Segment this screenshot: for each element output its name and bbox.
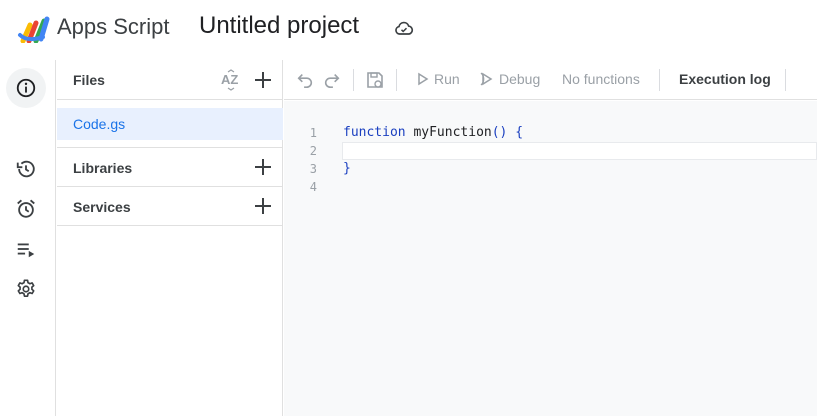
file-name: Code.gs: [73, 116, 126, 132]
debug-label: Debug: [499, 71, 541, 87]
add-file-button[interactable]: [251, 68, 275, 92]
save-icon: [367, 72, 383, 88]
cloud-saved-icon: [395, 21, 414, 35]
line-number: 3: [309, 162, 317, 176]
libraries-row: Libraries: [57, 148, 283, 187]
project-settings-button[interactable]: [6, 269, 46, 309]
project-history-button[interactable]: [6, 149, 46, 189]
code-line: 4: [284, 179, 817, 197]
history-icon: [16, 160, 35, 178]
add-library-button[interactable]: [251, 155, 275, 179]
libraries-label: Libraries: [73, 160, 133, 176]
plus-icon: [255, 72, 271, 88]
debug-button[interactable]: Debug: [479, 71, 540, 87]
toolbar-divider: [353, 69, 354, 91]
file-item-code-gs[interactable]: Code.gs: [57, 108, 283, 140]
undo-button[interactable]: [294, 69, 316, 91]
run-label: Run: [434, 71, 460, 87]
redo-button[interactable]: [321, 69, 343, 91]
code-line: 2: [284, 143, 817, 161]
undo-icon: [297, 74, 313, 89]
files-panel: Files AZ Code.gs Libraries Services: [57, 60, 283, 416]
function-select-value: No functions: [562, 71, 640, 87]
code-editor[interactable]: 1 function myFunction() { 2 3 } 4: [284, 101, 817, 416]
save-button[interactable]: [364, 69, 386, 91]
function-select[interactable]: No functions: [562, 71, 640, 87]
run-button[interactable]: Run: [416, 71, 460, 87]
files-label: Files: [73, 72, 105, 88]
executions-icon: [17, 243, 35, 258]
app-header: Apps Script Untitled project: [0, 0, 817, 60]
services-label: Services: [73, 199, 131, 215]
add-service-button[interactable]: [251, 194, 275, 218]
line-number: 1: [309, 126, 317, 140]
gear-icon: [17, 279, 35, 297]
plus-icon: [255, 159, 271, 175]
svg-text:AZ: AZ: [221, 72, 238, 87]
code-text: function myFunction() {: [343, 125, 524, 140]
play-icon: [418, 72, 429, 86]
plus-icon: [255, 198, 271, 214]
apps-script-logo-icon[interactable]: [17, 15, 50, 43]
debug-icon: [480, 72, 493, 86]
code-text: }: [343, 161, 351, 176]
editor-toolbar: Run Debug No functions Execution log: [284, 60, 817, 100]
left-nav-rail: [0, 60, 817, 416]
triggers-button[interactable]: [6, 189, 46, 229]
overview-button[interactable]: [6, 68, 46, 108]
files-header: Files AZ: [57, 60, 283, 100]
line-number: 2: [309, 144, 317, 158]
alarm-icon: [17, 199, 35, 218]
toolbar-divider: [785, 69, 786, 91]
redo-icon: [324, 74, 340, 89]
executions-button[interactable]: [6, 229, 46, 269]
code-line: 3 }: [284, 161, 817, 179]
services-row: Services: [57, 187, 283, 226]
line-number: 4: [309, 180, 317, 194]
execution-log-button[interactable]: Execution log: [679, 71, 771, 87]
code-line: 1 function myFunction() {: [284, 125, 817, 143]
toolbar-divider: [659, 69, 660, 91]
sort-az-icon[interactable]: AZ: [220, 69, 242, 91]
info-icon: [16, 78, 36, 98]
app-name: Apps Script: [57, 14, 170, 39]
project-title[interactable]: Untitled project: [199, 12, 359, 40]
toolbar-divider: [396, 69, 397, 91]
